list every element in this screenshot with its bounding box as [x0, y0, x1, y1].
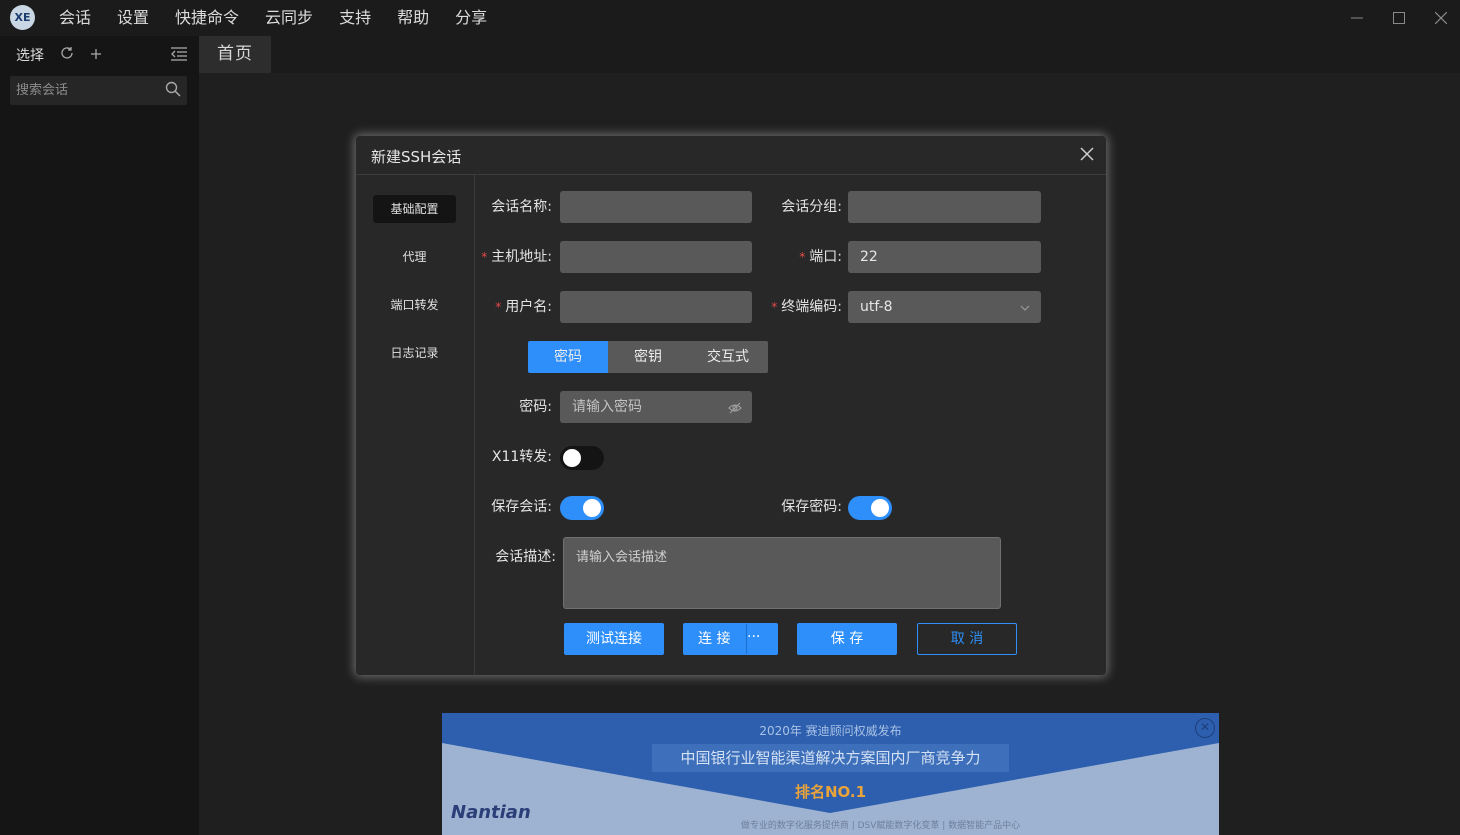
sidebar-select-label[interactable]: 选择	[16, 45, 44, 65]
chevron-down-icon	[1019, 299, 1031, 318]
auth-mode-key[interactable]: 密钥	[608, 341, 688, 373]
session-name-input[interactable]	[560, 191, 752, 223]
toggle-knob	[563, 449, 581, 467]
username-input[interactable]	[560, 291, 752, 323]
maximize-icon[interactable]	[1378, 0, 1420, 36]
menu-cloud-sync[interactable]: 云同步	[252, 0, 326, 36]
dialog-nav: 基础配置 代理 端口转发 日志记录	[356, 175, 475, 675]
encoding-label-wrap: * 终端编码:	[760, 291, 842, 323]
port-input[interactable]	[848, 241, 1041, 273]
tab-bar: 首页	[199, 36, 1460, 73]
eye-off-icon[interactable]	[728, 400, 742, 419]
password-label: 密码:	[519, 399, 552, 415]
menu-settings[interactable]: 设置	[104, 0, 162, 36]
ad-banner[interactable]: 2020年 赛迪顾问权威发布 中国银行业智能渠道解决方案国内厂商竞争力 排名NO…	[442, 713, 1219, 835]
sidebar-toolbar: 选择	[0, 36, 199, 74]
menu-support[interactable]: 支持	[326, 0, 384, 36]
session-group-field	[848, 191, 1041, 223]
encoding-select[interactable]	[848, 291, 1041, 323]
menu-quick-commands[interactable]: 快捷命令	[162, 0, 252, 36]
add-icon[interactable]	[90, 46, 102, 64]
session-name-label: 会话名称:	[491, 199, 552, 215]
required-marker: *	[771, 300, 778, 314]
menu-help[interactable]: 帮助	[384, 0, 442, 36]
connect-button-label: 连 接	[698, 631, 731, 647]
required-marker: *	[495, 300, 502, 314]
title-bar: XE 会话 设置 快捷命令 云同步 支持 帮助 分享	[0, 0, 1460, 36]
nav-port-forwarding[interactable]: 端口转发	[373, 291, 456, 319]
dialog-header: 新建SSH会话	[356, 136, 1106, 175]
dialog-title: 新建SSH会话	[371, 148, 462, 166]
auth-mode-password[interactable]: 密码	[528, 341, 608, 373]
nav-basic-config[interactable]: 基础配置	[373, 195, 456, 223]
host-label: 主机地址:	[491, 249, 552, 265]
search-icon[interactable]	[165, 81, 181, 101]
app-logo: XE	[10, 5, 35, 30]
save-password-label: 保存密码:	[781, 499, 842, 515]
session-group-input[interactable]	[848, 191, 1041, 223]
ad-line3: 排名NO.1	[794, 783, 867, 801]
minimize-icon[interactable]	[1336, 0, 1378, 36]
password-field	[560, 391, 752, 423]
menu-bar: 会话 设置 快捷命令 云同步 支持 帮助 分享	[46, 0, 500, 36]
connect-more-button[interactable]: ···	[746, 624, 777, 654]
encoding-value[interactable]	[848, 291, 1041, 323]
description-label: 会话描述:	[495, 549, 556, 565]
menu-session[interactable]: 会话	[46, 0, 104, 36]
host-field	[560, 241, 752, 273]
auth-mode-interactive[interactable]: 交互式	[688, 341, 768, 373]
username-label-wrap: * 用户名:	[476, 291, 552, 323]
host-input[interactable]	[560, 241, 752, 273]
description-input[interactable]	[564, 538, 1000, 608]
dialog-close-icon[interactable]	[1080, 144, 1094, 166]
port-label-wrap: * 端口:	[766, 241, 842, 273]
ad-footer: 做专业的数字化服务提供商 | DSV赋能数字化变革 | 数据智能产品中心	[740, 821, 1021, 831]
tab-home[interactable]: 首页	[199, 36, 271, 73]
password-input[interactable]	[560, 391, 752, 423]
ad-line2: 中国银行业智能渠道解决方案国内厂商竞争力	[652, 744, 1009, 772]
menu-share[interactable]: 分享	[442, 0, 500, 36]
x11-forwarding-toggle[interactable]	[560, 446, 604, 470]
connect-button[interactable]: 连 接 ···	[683, 623, 778, 655]
session-search	[10, 76, 187, 105]
close-icon[interactable]	[1420, 0, 1460, 36]
username-label: 用户名:	[505, 299, 552, 315]
required-marker: *	[799, 250, 806, 264]
port-label: 端口:	[809, 249, 842, 265]
auth-mode-selector: 密码 密钥 交互式	[528, 341, 768, 373]
description-field	[563, 537, 1001, 609]
save-session-label: 保存会话:	[491, 499, 552, 515]
ad-line1: 2020年 赛迪顾问权威发布	[759, 724, 902, 738]
host-label-wrap: * 主机地址:	[476, 241, 552, 273]
cancel-button[interactable]: 取 消	[917, 623, 1017, 655]
save-button[interactable]: 保 存	[797, 623, 897, 655]
test-connection-button[interactable]: 测试连接	[564, 623, 664, 655]
toggle-knob	[871, 499, 889, 517]
port-field	[848, 241, 1041, 273]
encoding-label: 终端编码:	[781, 299, 842, 315]
nav-logging[interactable]: 日志记录	[373, 339, 456, 367]
session-name-field	[560, 191, 752, 223]
ad-close-icon[interactable]: ✕	[1195, 718, 1215, 738]
session-search-input[interactable]	[10, 76, 187, 105]
session-group-label: 会话分组:	[781, 199, 842, 215]
x11-forwarding-label: X11转发:	[491, 449, 552, 465]
nav-proxy[interactable]: 代理	[373, 243, 456, 271]
collapse-sidebar-icon[interactable]	[171, 46, 187, 65]
required-marker: *	[481, 250, 488, 264]
sidebar: 选择	[0, 36, 199, 835]
save-session-toggle[interactable]	[560, 496, 604, 520]
new-ssh-session-dialog: 新建SSH会话 基础配置 代理 端口转发 日志记录 会话名称: 会话分组: * 主…	[356, 136, 1106, 675]
toggle-knob	[583, 499, 601, 517]
save-password-toggle[interactable]	[848, 496, 892, 520]
refresh-icon[interactable]	[60, 46, 74, 64]
username-field	[560, 291, 752, 323]
